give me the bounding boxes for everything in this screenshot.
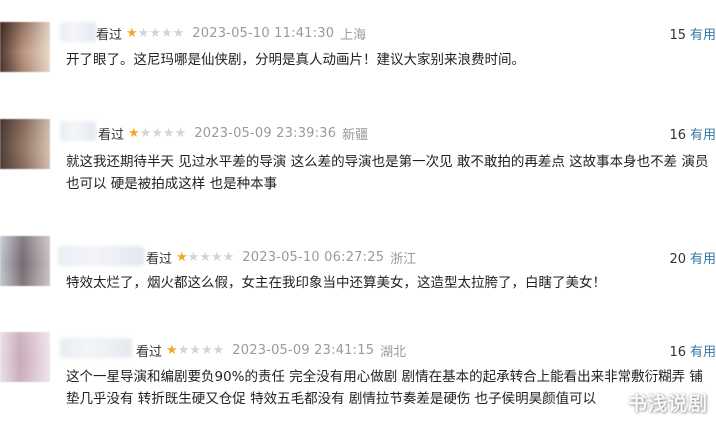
star-empty-icon: ★ [139, 126, 152, 141]
watermark-text: 书浅说剧 [627, 393, 708, 415]
star-empty-icon: ★ [160, 26, 173, 41]
useful-count: 16 [669, 345, 686, 360]
username[interactable] [58, 246, 144, 266]
star-empty-icon: ★ [210, 250, 223, 265]
star-empty-icon: ★ [212, 343, 225, 358]
username[interactable] [60, 338, 132, 358]
review-time: 2023-05-09 23:41:15 [232, 343, 375, 358]
review-text: 就这我还期待半天 见过水平差的导演 这么差的导演也是第一次见 敢不敢拍的再差点 … [66, 154, 709, 192]
review-time: 2023-05-10 11:41:30 [192, 26, 335, 41]
review-location: 新疆 [342, 128, 369, 143]
avatar[interactable] [0, 332, 50, 382]
star-empty-icon: ★ [199, 250, 211, 265]
useful-button[interactable]: 有用 [690, 252, 716, 267]
review-text: 特效太烂了，烟火都这么假，女主在我印象当中还算美女，这造型太拉胯了，白瞎了美女！ [66, 275, 606, 291]
avatar[interactable] [0, 236, 50, 286]
star-empty-icon: ★ [222, 250, 235, 265]
avatar[interactable] [0, 119, 50, 169]
useful-count: 20 [669, 252, 686, 267]
star-empty-icon: ★ [189, 343, 201, 358]
star-empty-icon: ★ [177, 343, 190, 358]
review-time: 2023-05-09 23:39:36 [194, 126, 337, 141]
star-filled-icon: ★ [126, 26, 138, 41]
review-location: 浙江 [390, 252, 417, 267]
watched-label: 看过 [146, 252, 173, 267]
avatar[interactable] [0, 22, 50, 72]
watched-label: 看过 [98, 128, 125, 143]
star-empty-icon: ★ [151, 126, 163, 141]
review-text: 开了眼了。这尼玛哪是仙侠剧，分明是真人动画片！建议大家别来浪费时间。 [66, 52, 525, 68]
username[interactable] [60, 22, 96, 42]
star-rating: ★ ★ ★ ★ ★ [176, 251, 234, 264]
useful-count: 16 [669, 128, 686, 143]
star-empty-icon: ★ [162, 126, 175, 141]
useful-button[interactable]: 有用 [690, 345, 716, 360]
star-empty-icon: ★ [172, 26, 185, 41]
useful-button[interactable]: 有用 [690, 128, 716, 143]
star-rating: ★ ★ ★ ★ ★ [166, 344, 224, 357]
review-time: 2023-05-10 06:27:25 [242, 250, 385, 265]
review-location: 湖北 [380, 345, 407, 360]
review-text: 这个一星导演和编剧要负90%的责任 完全没有用心做剧 剧情在基本的起承转合上能看… [66, 369, 703, 407]
watched-label: 看过 [96, 28, 123, 43]
review-location: 上海 [340, 28, 367, 43]
star-filled-icon: ★ [176, 250, 188, 265]
useful-button[interactable]: 有用 [690, 28, 716, 43]
star-filled-icon: ★ [166, 343, 178, 358]
star-empty-icon: ★ [174, 126, 187, 141]
star-empty-icon: ★ [187, 250, 200, 265]
star-empty-icon: ★ [200, 343, 213, 358]
star-empty-icon: ★ [137, 26, 150, 41]
star-rating: ★ ★ ★ ★ ★ [126, 27, 184, 40]
star-filled-icon: ★ [128, 126, 140, 141]
username[interactable] [60, 121, 96, 141]
useful-count: 15 [669, 28, 686, 43]
star-rating: ★ ★ ★ ★ ★ [128, 127, 186, 140]
star-empty-icon: ★ [149, 26, 161, 41]
watched-label: 看过 [136, 345, 163, 360]
